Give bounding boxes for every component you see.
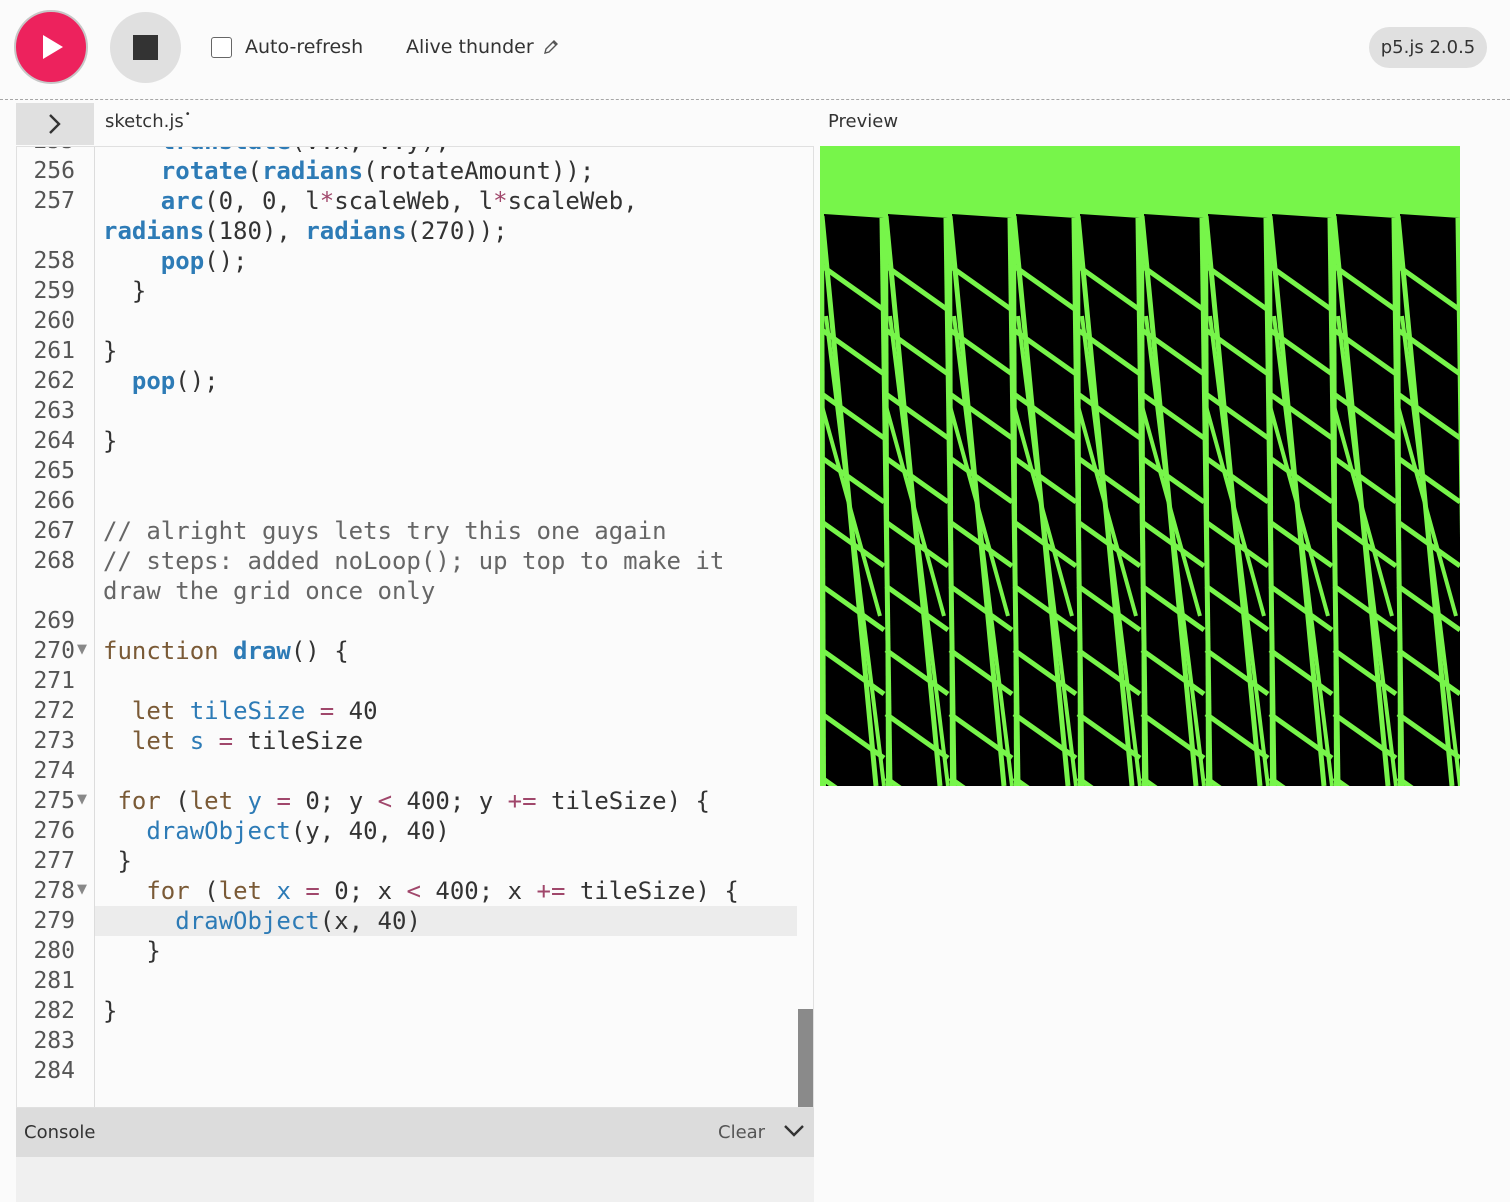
fold-arrow-icon[interactable]: ▼	[77, 882, 87, 897]
line-number: 284	[33, 1058, 75, 1084]
code-line: }	[103, 937, 161, 965]
file-tab-label: sketch.js	[105, 111, 184, 132]
line-number: 277	[33, 848, 75, 874]
code-line: arc(0, 0, l*scaleWeb, l*scaleWeb,	[160, 187, 638, 215]
preview-tile	[888, 214, 950, 786]
console-output	[16, 1157, 814, 1202]
line-number: 275	[33, 788, 75, 814]
code-line: // steps: added noLoop(); up top to make…	[103, 547, 725, 575]
preview-tile	[1208, 214, 1270, 786]
preview-tile	[1144, 214, 1206, 786]
line-number: 280	[33, 938, 75, 964]
console-title: Console	[24, 1122, 96, 1143]
project-name-label: Alive thunder	[406, 36, 534, 58]
line-number-gutter: 255 256 257 258 259 260 261 262 263 264 265 266 267 2…	[17, 147, 95, 1107]
line-number: 255	[17, 147, 75, 156]
line-number: 265	[33, 458, 75, 484]
preview-tile	[1016, 214, 1078, 786]
code-line: // alright guys lets try this one again	[103, 517, 667, 545]
toolbar: Auto-refresh Alive thunder p5.js 2.0.5	[0, 0, 1510, 100]
line-number: 269	[33, 608, 75, 634]
line-number: 279	[33, 908, 75, 934]
line-number: 282	[33, 998, 75, 1024]
line-number: 281	[33, 968, 75, 994]
code-line: }	[103, 427, 118, 455]
code-line: draw the grid once only	[103, 577, 436, 605]
unsaved-indicator: •	[184, 109, 191, 120]
code-line: }	[103, 997, 118, 1025]
stop-button[interactable]	[110, 12, 181, 83]
code-line: }	[103, 337, 118, 365]
code-line: function draw() {	[103, 637, 349, 665]
code-area[interactable]: translate(v.x, v.y); rotate(radians(rota…	[95, 147, 797, 1107]
line-number: 272	[33, 698, 75, 724]
code-line: translate(v.x, v.y);	[103, 147, 805, 156]
code-line: pop();	[160, 247, 248, 275]
sidebar-toggle-button[interactable]	[16, 103, 94, 145]
file-tab-sketch[interactable]: sketch.js•	[105, 109, 191, 132]
console-header: Console Clear	[16, 1108, 814, 1157]
line-number: 267	[33, 518, 75, 544]
fold-arrow-icon[interactable]: ▼	[77, 642, 87, 657]
line-number: 264	[33, 428, 75, 454]
line-number: 259	[33, 278, 75, 304]
console-clear-button[interactable]: Clear	[718, 1122, 765, 1143]
auto-refresh-checkbox[interactable]	[211, 36, 232, 58]
code-line: rotate(radians(rotateAmount));	[160, 157, 595, 185]
code-line: for (let y = 0; y < 400; y += tileSize) …	[117, 787, 710, 815]
version-badge[interactable]: p5.js 2.0.5	[1369, 27, 1487, 68]
line-number: 271	[33, 668, 75, 694]
line-number: 270	[33, 638, 75, 664]
code-line: radians(180), radians(270));	[103, 217, 508, 245]
play-icon	[43, 35, 63, 59]
line-number: 260	[33, 308, 75, 334]
line-number: 262	[33, 368, 75, 394]
preview-tile	[1336, 214, 1398, 786]
code-line: }	[103, 847, 132, 875]
chevron-right-icon	[49, 114, 61, 134]
line-number: 258	[33, 248, 75, 274]
line-number: 266	[33, 488, 75, 514]
pencil-icon[interactable]	[542, 38, 560, 56]
preview-tile	[1080, 214, 1142, 786]
auto-refresh-label: Auto-refresh	[245, 36, 364, 58]
preview-canvas[interactable]	[820, 146, 1460, 786]
code-line: let tileSize = 40	[131, 697, 378, 725]
line-number: 283	[33, 1028, 75, 1054]
code-line: let s = tileSize	[131, 727, 364, 755]
preview-tile	[824, 214, 886, 786]
line-number: 256	[33, 158, 75, 184]
project-name[interactable]: Alive thunder	[406, 36, 560, 58]
code-line: pop();	[131, 367, 219, 395]
preview-label: Preview	[828, 111, 899, 132]
play-button[interactable]	[14, 10, 88, 84]
line-number: 278	[33, 878, 75, 904]
line-number: 257	[33, 188, 75, 214]
line-number: 263	[33, 398, 75, 424]
code-line: drawObject(x, 40)	[175, 907, 421, 935]
preview-tile	[952, 214, 1014, 786]
code-line: for (let x = 0; x < 400; x += tileSize) …	[146, 877, 739, 905]
preview-tile	[1272, 214, 1334, 786]
line-number: 276	[33, 818, 75, 844]
stop-icon	[133, 35, 158, 60]
code-line: drawObject(y, 40, 40)	[146, 817, 450, 845]
auto-refresh-toggle[interactable]: Auto-refresh	[211, 36, 363, 58]
line-number: 261	[33, 338, 75, 364]
code-editor[interactable]: 255 256 257 258 259 260 261 262 263 264 265 266 267 2…	[16, 146, 814, 1108]
code-line: }	[103, 277, 147, 305]
editor-scrollbar[interactable]	[798, 1009, 813, 1107]
line-number: 273	[33, 728, 75, 754]
line-number: 274	[33, 758, 75, 784]
line-number: 268	[33, 548, 75, 574]
chevron-down-icon[interactable]	[782, 1121, 806, 1141]
fold-arrow-icon[interactable]: ▼	[77, 792, 87, 807]
